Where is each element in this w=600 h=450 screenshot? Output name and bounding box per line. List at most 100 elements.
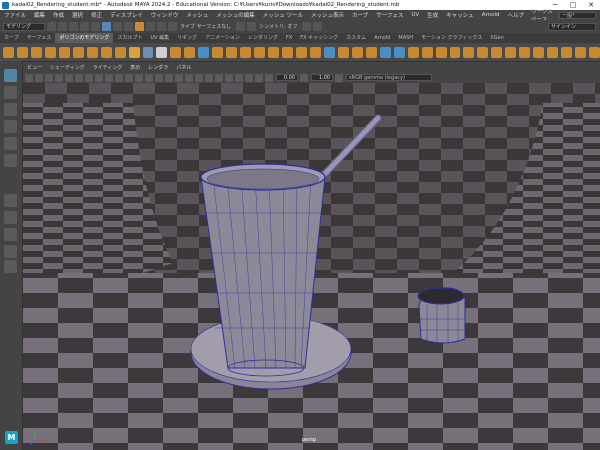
menu-curves[interactable]: カーブ [348, 11, 372, 19]
gamma-icon[interactable] [300, 73, 308, 82]
color-management-icon[interactable] [335, 73, 343, 82]
slide-edge-icon[interactable] [561, 46, 573, 58]
outliner-layout-icon[interactable] [4, 228, 17, 241]
quad-draw-icon[interactable] [365, 46, 377, 58]
tab-custom[interactable]: カスタム [342, 33, 370, 43]
wedge-icon[interactable] [491, 46, 503, 58]
append-poly-icon[interactable] [533, 46, 545, 58]
menu-mesh-display[interactable]: メッシュ表示 [307, 11, 348, 19]
separate-icon[interactable] [184, 46, 196, 58]
poly-cube-icon[interactable] [16, 46, 28, 58]
select-hierarchy-icon[interactable] [102, 22, 111, 31]
menu-modify[interactable]: 修正 [87, 11, 106, 19]
smooth-icon[interactable] [198, 46, 210, 58]
tab-poly-modeling[interactable]: ポリゴンのモデリング [55, 33, 114, 43]
open-scene-icon[interactable] [58, 22, 67, 31]
single-perspective-layout-icon[interactable] [4, 194, 17, 207]
menu-select[interactable]: 選択 [68, 11, 87, 19]
poly-cylinder-icon[interactable] [30, 46, 42, 58]
tab-rigging[interactable]: リギング [173, 33, 201, 43]
tab-surfaces[interactable]: サーフェス [23, 33, 56, 43]
bevel-icon[interactable] [268, 46, 280, 58]
smooth-shade-icon[interactable] [145, 73, 153, 82]
select-tool-icon[interactable] [4, 69, 17, 82]
sign-in-dropdown[interactable]: サインイン [548, 22, 596, 31]
extract-icon[interactable] [519, 46, 531, 58]
hypershade-icon[interactable] [313, 22, 323, 31]
close-button[interactable]: ✕ [582, 0, 600, 10]
shadows-icon[interactable] [185, 73, 193, 82]
bridge-icon[interactable] [254, 46, 266, 58]
film-gate-icon[interactable] [75, 73, 83, 82]
planar-uv-icon[interactable] [379, 46, 391, 58]
panel-menu-shading[interactable]: シェーディング [46, 64, 89, 71]
menu-edit[interactable]: 編集 [30, 11, 49, 19]
save-scene-icon[interactable] [69, 22, 78, 31]
tab-fx[interactable]: FX [282, 33, 296, 43]
lasso-tool-icon[interactable] [4, 86, 17, 99]
rotate-tool-icon[interactable] [4, 137, 17, 150]
resolution-gate-icon[interactable] [85, 73, 93, 82]
panel-menu-panels[interactable]: パネル [172, 64, 195, 71]
symmetry-label[interactable]: シンメトリ: オフ [259, 23, 297, 30]
super-shape-icon[interactable] [114, 46, 126, 58]
poly-sphere-icon[interactable] [3, 46, 14, 58]
make-live-icon[interactable] [407, 46, 419, 58]
menu-arnold[interactable]: Arnold [478, 12, 504, 18]
poly-plane-icon[interactable] [72, 46, 84, 58]
poly-cone-icon[interactable] [44, 46, 56, 58]
scale-tool-icon[interactable] [4, 154, 17, 167]
boolean-icon[interactable] [212, 46, 224, 58]
workspace-dropdown[interactable]: 一般* [559, 11, 596, 19]
perspective-viewport[interactable]: persp [23, 83, 600, 450]
tab-fx-caching[interactable]: FX キャッシング [296, 33, 342, 43]
reduce-icon[interactable] [435, 46, 447, 58]
poly-type-icon[interactable] [142, 46, 154, 58]
xray-icon[interactable] [235, 73, 243, 82]
anti-aliasing-icon[interactable] [215, 73, 223, 82]
graph-layout-icon[interactable] [4, 245, 17, 258]
safe-action-icon[interactable] [115, 73, 123, 82]
tab-curves[interactable]: カーブ [0, 33, 23, 43]
poke-icon[interactable] [477, 46, 489, 58]
paint-select-tool-icon[interactable] [4, 103, 17, 116]
panel-menu-renderer[interactable]: レンダラ [144, 64, 172, 71]
view-transform-dropdown[interactable]: sRGB gamma (legacy) [346, 74, 432, 81]
select-object-icon[interactable] [113, 22, 122, 31]
exposure-field[interactable]: 0.00 [276, 74, 298, 81]
snap-grid-icon[interactable] [135, 22, 144, 31]
panel-menu-lighting[interactable]: ライティング [89, 64, 127, 71]
new-scene-icon[interactable] [47, 22, 56, 31]
insert-edge-loop-icon[interactable] [323, 46, 335, 58]
poly-disc-icon[interactable] [86, 46, 98, 58]
menu-mesh-tools[interactable]: メッシュ ツール [259, 11, 307, 19]
redo-icon[interactable] [91, 22, 100, 31]
safe-title-icon[interactable] [125, 73, 133, 82]
menu-cache[interactable]: キャッシュ [442, 11, 478, 19]
tab-uv-editing[interactable]: UV 編集 [146, 33, 173, 43]
ipr-render-icon[interactable] [247, 22, 257, 31]
menu-generate[interactable]: 生成 [423, 11, 442, 19]
four-view-layout-icon[interactable] [4, 211, 17, 224]
flip-icon[interactable] [575, 46, 587, 58]
sweep-mesh-icon[interactable] [128, 46, 140, 58]
gate-mask-icon[interactable] [95, 73, 103, 82]
menu-edit-mesh[interactable]: メッシュの編集 [212, 11, 259, 19]
undo-icon[interactable] [80, 22, 89, 31]
triangulate-icon[interactable] [449, 46, 461, 58]
select-component-icon[interactable] [124, 22, 133, 31]
field-chart-icon[interactable] [105, 73, 113, 82]
fill-hole-icon[interactable] [282, 46, 294, 58]
menu-windows[interactable]: ウィンドウ [147, 11, 183, 19]
poly-torus-icon[interactable] [58, 46, 70, 58]
menu-uv[interactable]: UV [407, 12, 423, 18]
camera-select-icon[interactable] [25, 73, 33, 82]
tab-xgen[interactable]: XGen [486, 33, 508, 43]
textured-icon[interactable] [165, 73, 173, 82]
tab-mash[interactable]: MASH [394, 33, 417, 43]
render-icon[interactable] [236, 22, 246, 31]
merge-icon[interactable] [296, 46, 307, 58]
xray-joints-icon[interactable] [245, 73, 253, 82]
exposure-icon[interactable] [265, 73, 273, 82]
panel-menu-show[interactable]: 表示 [126, 64, 144, 71]
